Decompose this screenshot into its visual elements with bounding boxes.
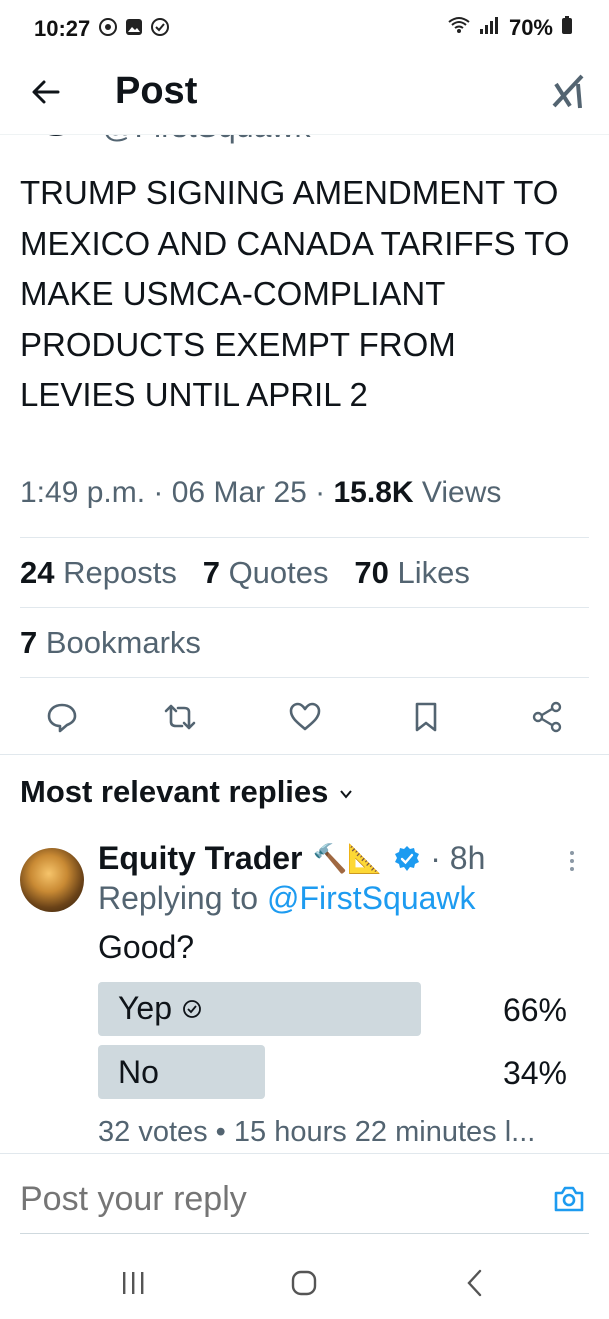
page-title: Post: [115, 70, 198, 112]
post-meta: 1:49 p.m. · 06 Mar 25 · 15.8K Views: [20, 476, 502, 509]
likes-label: Likes: [397, 555, 470, 590]
top-app-bar: Post: [0, 58, 609, 135]
divider: [20, 607, 589, 608]
poll-option-no: No: [118, 1054, 159, 1091]
reposts-stat[interactable]: 24 Reposts: [20, 555, 177, 590]
status-time: 10:27: [34, 16, 91, 41]
post-time[interactable]: 1:49 p.m.: [20, 476, 145, 509]
sync-icon: [98, 17, 118, 37]
reply-text: Good?: [98, 929, 195, 965]
likes-count: 70: [354, 555, 389, 590]
like-icon[interactable]: [288, 700, 322, 734]
reply-author-emoji: 🔨📐: [312, 843, 383, 874]
post-text: TRUMP SIGNING AMENDMENT TO MEXICO AND CA…: [20, 174, 570, 413]
reply-avatar[interactable]: [20, 848, 84, 912]
reply-author-name[interactable]: Equity Trader: [98, 840, 303, 877]
divider: [20, 537, 589, 538]
camera-icon[interactable]: [552, 1182, 586, 1216]
post-date[interactable]: 06 Mar 25: [172, 476, 307, 509]
poll-percent-yep: 66%: [502, 992, 567, 1028]
share-icon[interactable]: [530, 700, 564, 734]
status-right: 70%: [447, 15, 573, 41]
views-count: 15.8K: [333, 476, 414, 509]
quotes-count: 7: [202, 555, 220, 590]
reposts-count: 24: [20, 555, 55, 590]
home-icon[interactable]: [289, 1268, 319, 1298]
replying-to-handle[interactable]: @FirstSquawk: [267, 880, 476, 916]
wifi-icon: [447, 15, 471, 41]
battery-icon: [561, 15, 573, 41]
poll-option-yep: Yep: [118, 990, 202, 1027]
bookmarks-count: 7: [20, 625, 38, 660]
poll-option-label: No: [118, 1054, 159, 1090]
repost-icon[interactable]: [163, 700, 197, 734]
quotes-label: Quotes: [228, 555, 329, 590]
grok-icon[interactable]: [550, 72, 588, 112]
divider: [20, 677, 589, 678]
divider: [0, 754, 609, 755]
reposts-label: Reposts: [63, 555, 177, 590]
poll-option-label: Yep: [118, 990, 172, 1026]
reply-input[interactable]: [20, 1180, 520, 1219]
quotes-stat[interactable]: 7 Quotes: [203, 555, 329, 590]
replying-to-prefix: Replying to: [98, 880, 259, 916]
back-arrow-icon[interactable]: [28, 74, 64, 110]
reply-header: Equity Trader 🔨📐 · 8h: [98, 840, 486, 877]
views-label: Views: [421, 476, 502, 509]
divider: [20, 1233, 589, 1234]
divider: [0, 1153, 609, 1154]
engagement-stats: 24 Reposts 7 Quotes 70 Likes: [20, 555, 470, 591]
poll-percent-no: 34%: [502, 1055, 567, 1091]
bookmark-icon[interactable]: [409, 700, 443, 734]
system-back-icon[interactable]: [460, 1268, 490, 1298]
check-circle-icon: [182, 990, 202, 1027]
verified-badge-icon: [392, 844, 422, 874]
likes-stat[interactable]: 70 Likes: [354, 555, 469, 590]
recent-apps-icon[interactable]: [118, 1268, 148, 1298]
replying-to: Replying to @FirstSquawk: [98, 880, 476, 917]
more-options-icon[interactable]: [567, 848, 577, 874]
chevron-down-icon: [338, 774, 354, 810]
app-notification-icon: [150, 17, 170, 37]
poll-footer: 32 votes • 15 hours 22 minutes l...: [98, 1116, 536, 1148]
battery-percent: 70%: [508, 15, 553, 40]
bookmarks-label: Bookmarks: [45, 625, 201, 660]
status-bar: 10:27 70%: [0, 0, 609, 58]
reply-time: 8h: [449, 840, 486, 876]
replies-sort-dropdown[interactable]: Most relevant replies: [20, 774, 354, 810]
reply-icon[interactable]: [45, 700, 79, 734]
gallery-icon: [124, 17, 144, 37]
signal-icon: [479, 15, 501, 41]
bookmarks-stat[interactable]: 7 Bookmarks: [20, 625, 201, 661]
replies-heading: Most relevant replies: [20, 774, 329, 809]
